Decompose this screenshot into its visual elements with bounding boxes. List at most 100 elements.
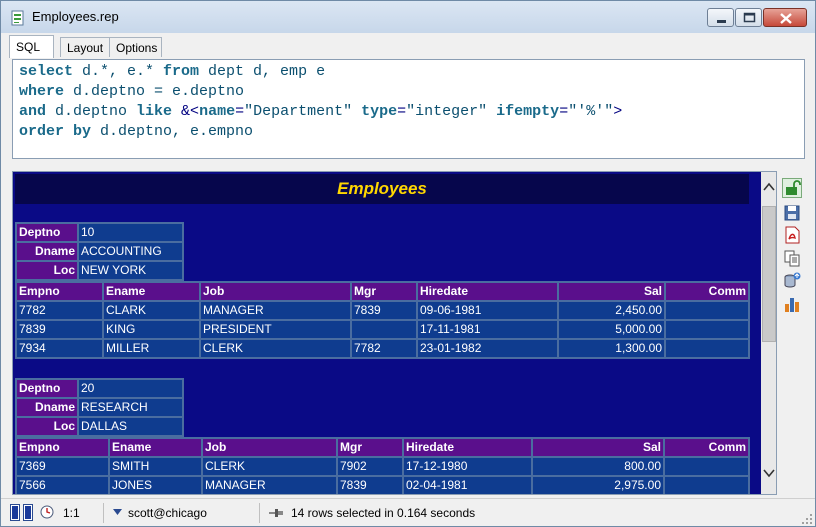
sql-text: d.*, e.*	[73, 63, 164, 80]
sql-operator: >	[613, 103, 623, 120]
cell: 7934	[15, 338, 104, 359]
save-icon[interactable]	[782, 203, 802, 223]
report-window: Employees.rep SQL Layout Options select …	[0, 0, 816, 527]
cell: 800.00	[531, 456, 665, 477]
window-title: Employees.rep	[32, 9, 119, 24]
tab-options[interactable]: Options	[109, 37, 162, 57]
dname-value: ACCOUNTING	[77, 241, 184, 262]
sql-text: dept d, emp e	[199, 63, 326, 80]
cell: 7839	[350, 300, 418, 321]
minimize-button[interactable]	[707, 8, 734, 27]
dname-value: RESEARCH	[77, 397, 184, 418]
status-message: 14 rows selected in 0.164 seconds	[291, 506, 476, 520]
minimize-icon	[717, 20, 726, 23]
sql-operator: &<	[172, 103, 200, 120]
column-header: Comm	[663, 437, 750, 458]
report-file-icon	[11, 10, 24, 26]
cell: KING	[102, 319, 201, 340]
chevron-down-icon[interactable]	[113, 509, 122, 515]
sql-text: d.deptno	[46, 103, 137, 120]
title-bar[interactable]: Employees.rep	[1, 1, 815, 33]
close-button[interactable]	[763, 8, 807, 27]
report-viewer[interactable]: Employees Deptno 10 Dname ACCOUNTING Loc NE…	[12, 171, 777, 495]
table-row: 7934 MILLER CLERK 7782 23-01-1982 1,300.00	[15, 338, 750, 359]
maximize-button[interactable]	[735, 8, 762, 27]
table-row: 7369 SMITH CLERK 7902 17-12-1980 800.00	[15, 456, 750, 477]
table-row: 7566 JONES MANAGER 7839 02-04-1981 2,975.00	[15, 475, 750, 494]
cell: 17-12-1980	[402, 456, 533, 477]
table-row: 7839 KING PRESIDENT 17-11-1981 5,000.00	[15, 319, 750, 340]
export-db-icon[interactable]	[782, 271, 802, 291]
dept-header-table: Deptno 20 Dname RESEARCH Loc DALLAS	[15, 378, 184, 437]
cell: MANAGER	[201, 475, 338, 494]
loc-label: Loc	[15, 260, 79, 281]
sql-attribute: ifempty	[487, 103, 560, 120]
column-header: Mgr	[336, 437, 404, 458]
column-header: Sal	[531, 437, 665, 458]
sql-line: order by d.deptno, e.empno	[19, 122, 804, 142]
cell: 7839	[15, 319, 104, 340]
sql-text: d.deptno, e.empno	[91, 123, 254, 140]
splitter[interactable]	[12, 161, 805, 169]
cell: 1,300.00	[557, 338, 666, 359]
report-scrollbar[interactable]	[761, 172, 777, 494]
cell: 23-01-1982	[416, 338, 559, 359]
dname-label: Dname	[15, 241, 79, 262]
sql-attribute: name	[199, 103, 236, 120]
table-row: 7782 CLARK MANAGER 7839 09-06-1981 2,450.00	[15, 300, 750, 321]
column-header: Job	[199, 281, 352, 302]
scroll-thumb[interactable]	[762, 206, 776, 342]
cell: JONES	[108, 475, 203, 494]
cell: 02-04-1981	[402, 475, 533, 494]
cell: MANAGER	[199, 300, 352, 321]
sql-operator: =	[397, 103, 407, 120]
cell: 7782	[350, 338, 418, 359]
column-header: Hiredate	[402, 437, 533, 458]
cell: 7839	[336, 475, 404, 494]
employee-table: Empno Ename Job Mgr Hiredate Sal Comm 77…	[15, 281, 750, 359]
sql-string: "integer"	[406, 103, 488, 120]
tab-layout[interactable]: Layout	[60, 37, 110, 57]
sql-editor[interactable]: select d.*, e.* from dept d, emp e where…	[12, 59, 805, 159]
cell: MILLER	[102, 338, 201, 359]
close-icon	[780, 13, 792, 24]
tab-sql[interactable]: SQL	[9, 35, 54, 58]
sql-keyword: from	[163, 63, 200, 80]
sql-keyword: like	[136, 103, 173, 120]
sql-line: where d.deptno = e.deptno	[19, 82, 804, 102]
sql-operator: =	[559, 103, 569, 120]
status-bar: 1:1 scott@chicago 14 rows selected in 0.…	[1, 498, 815, 526]
layout-toggle-icon[interactable]	[10, 504, 36, 522]
connection-name[interactable]: scott@chicago	[128, 506, 207, 520]
cell: SMITH	[108, 456, 203, 477]
sql-string: "'%'"	[568, 103, 614, 120]
chart-icon[interactable]	[782, 294, 802, 314]
pin-icon	[269, 509, 283, 517]
maximize-icon	[743, 12, 756, 23]
cell: 17-11-1981	[416, 319, 559, 340]
cell	[350, 319, 418, 340]
deptno-label: Deptno	[15, 378, 79, 399]
dname-label: Dname	[15, 397, 79, 418]
cell: CLARK	[102, 300, 201, 321]
cell: 7566	[15, 475, 110, 494]
dept-header-table: Deptno 10 Dname ACCOUNTING Loc NEW YORK	[15, 222, 184, 281]
loc-value: NEW YORK	[77, 260, 184, 281]
loc-label: Loc	[15, 416, 79, 437]
sql-line: select d.*, e.* from dept d, emp e	[19, 62, 804, 82]
scroll-up-icon[interactable]	[761, 178, 777, 196]
cell	[663, 456, 750, 477]
cell	[663, 475, 750, 494]
column-header: Job	[201, 437, 338, 458]
column-header: Empno	[15, 281, 104, 302]
resize-grip-icon[interactable]	[801, 513, 813, 525]
pdf-icon[interactable]	[782, 225, 802, 245]
sql-keyword: and	[19, 103, 47, 120]
cell: CLERK	[199, 338, 352, 359]
status-separator	[259, 503, 260, 523]
lock-open-icon[interactable]	[782, 178, 802, 198]
cell: 09-06-1981	[416, 300, 559, 321]
column-header: Comm	[664, 281, 750, 302]
scroll-down-icon[interactable]	[761, 464, 777, 482]
copy-icon[interactable]	[782, 248, 802, 268]
